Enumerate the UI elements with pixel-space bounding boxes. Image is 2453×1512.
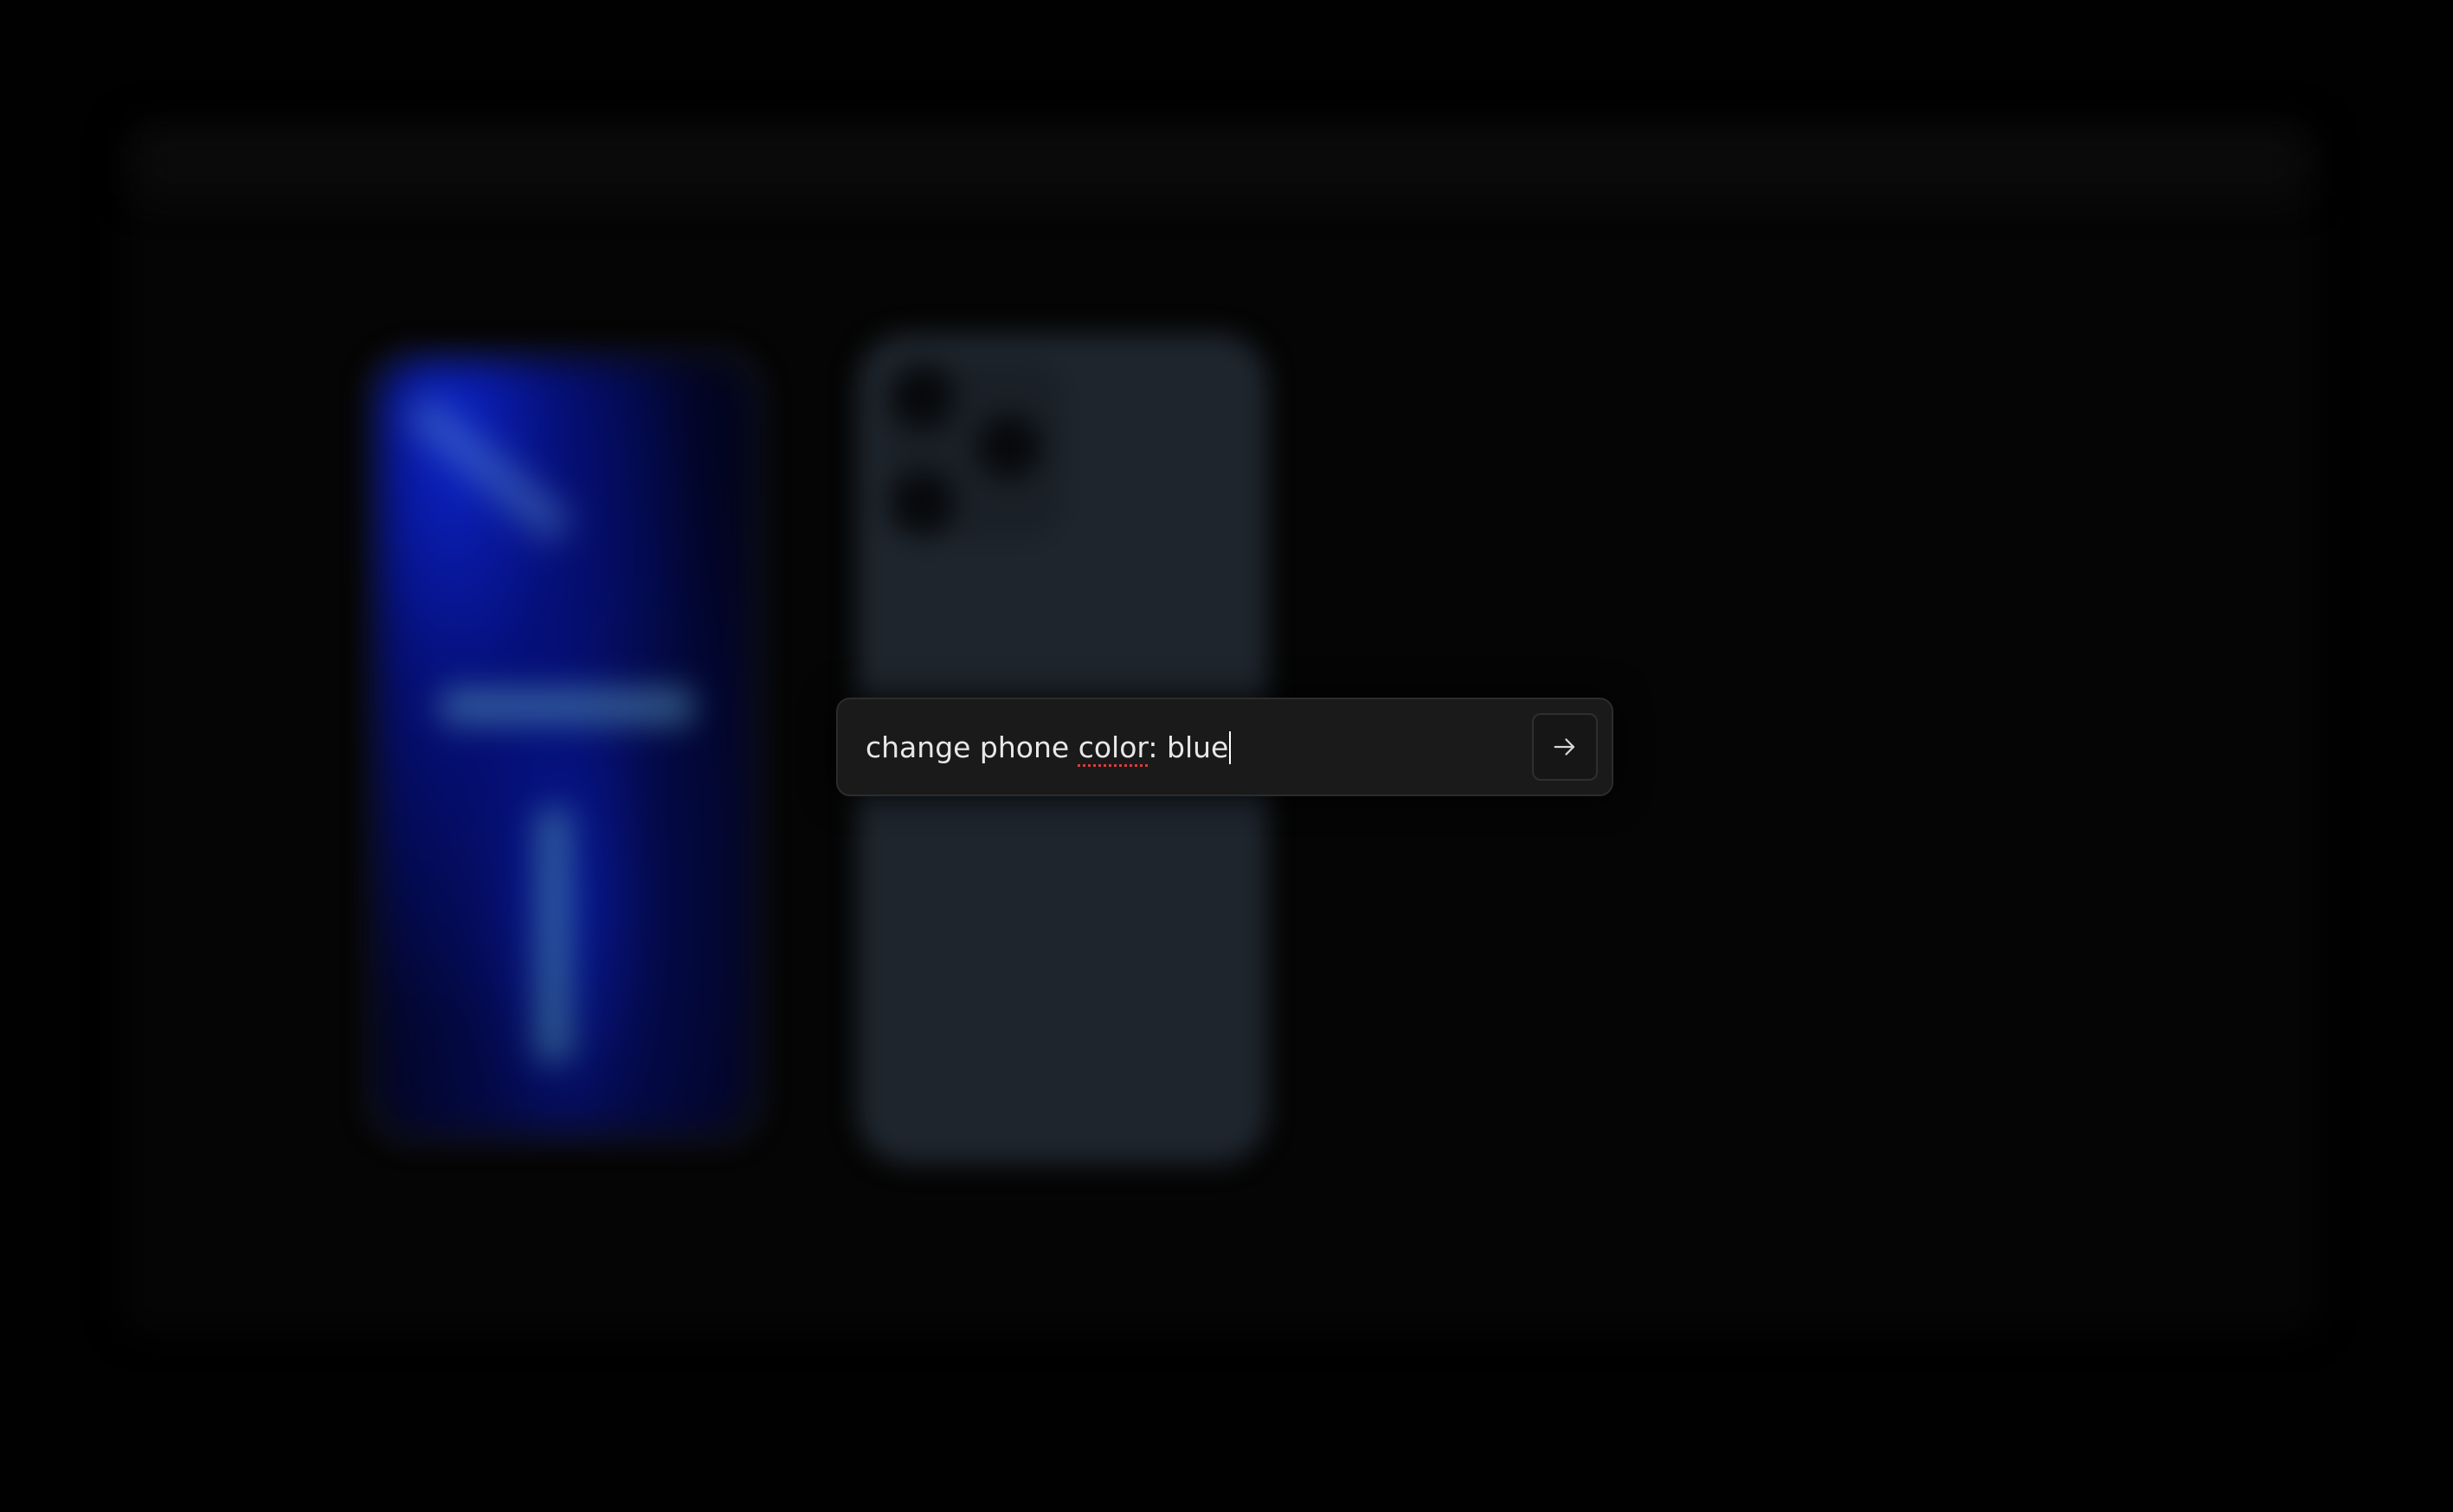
camera-lens xyxy=(978,415,1040,478)
text-caret xyxy=(1229,730,1232,764)
prompt-text: change phone xyxy=(866,730,1078,764)
canvas: change phone color: blue xyxy=(0,0,2453,1512)
blurred-header-bar xyxy=(138,130,2302,195)
camera-lens xyxy=(892,472,954,534)
camera-lens xyxy=(892,366,954,428)
prompt-bar: change phone color: blue xyxy=(836,698,1613,796)
arrow-right-icon xyxy=(1554,738,1575,756)
wallpaper-streak xyxy=(441,688,692,724)
phone-front-image xyxy=(359,342,770,1151)
prompt-text: : blue xyxy=(1148,730,1229,764)
wallpaper-streak xyxy=(537,809,571,1060)
submit-button[interactable] xyxy=(1532,713,1598,781)
prompt-text-misspelled: color xyxy=(1078,730,1149,764)
prompt-input[interactable]: change phone color: blue xyxy=(866,725,1489,770)
